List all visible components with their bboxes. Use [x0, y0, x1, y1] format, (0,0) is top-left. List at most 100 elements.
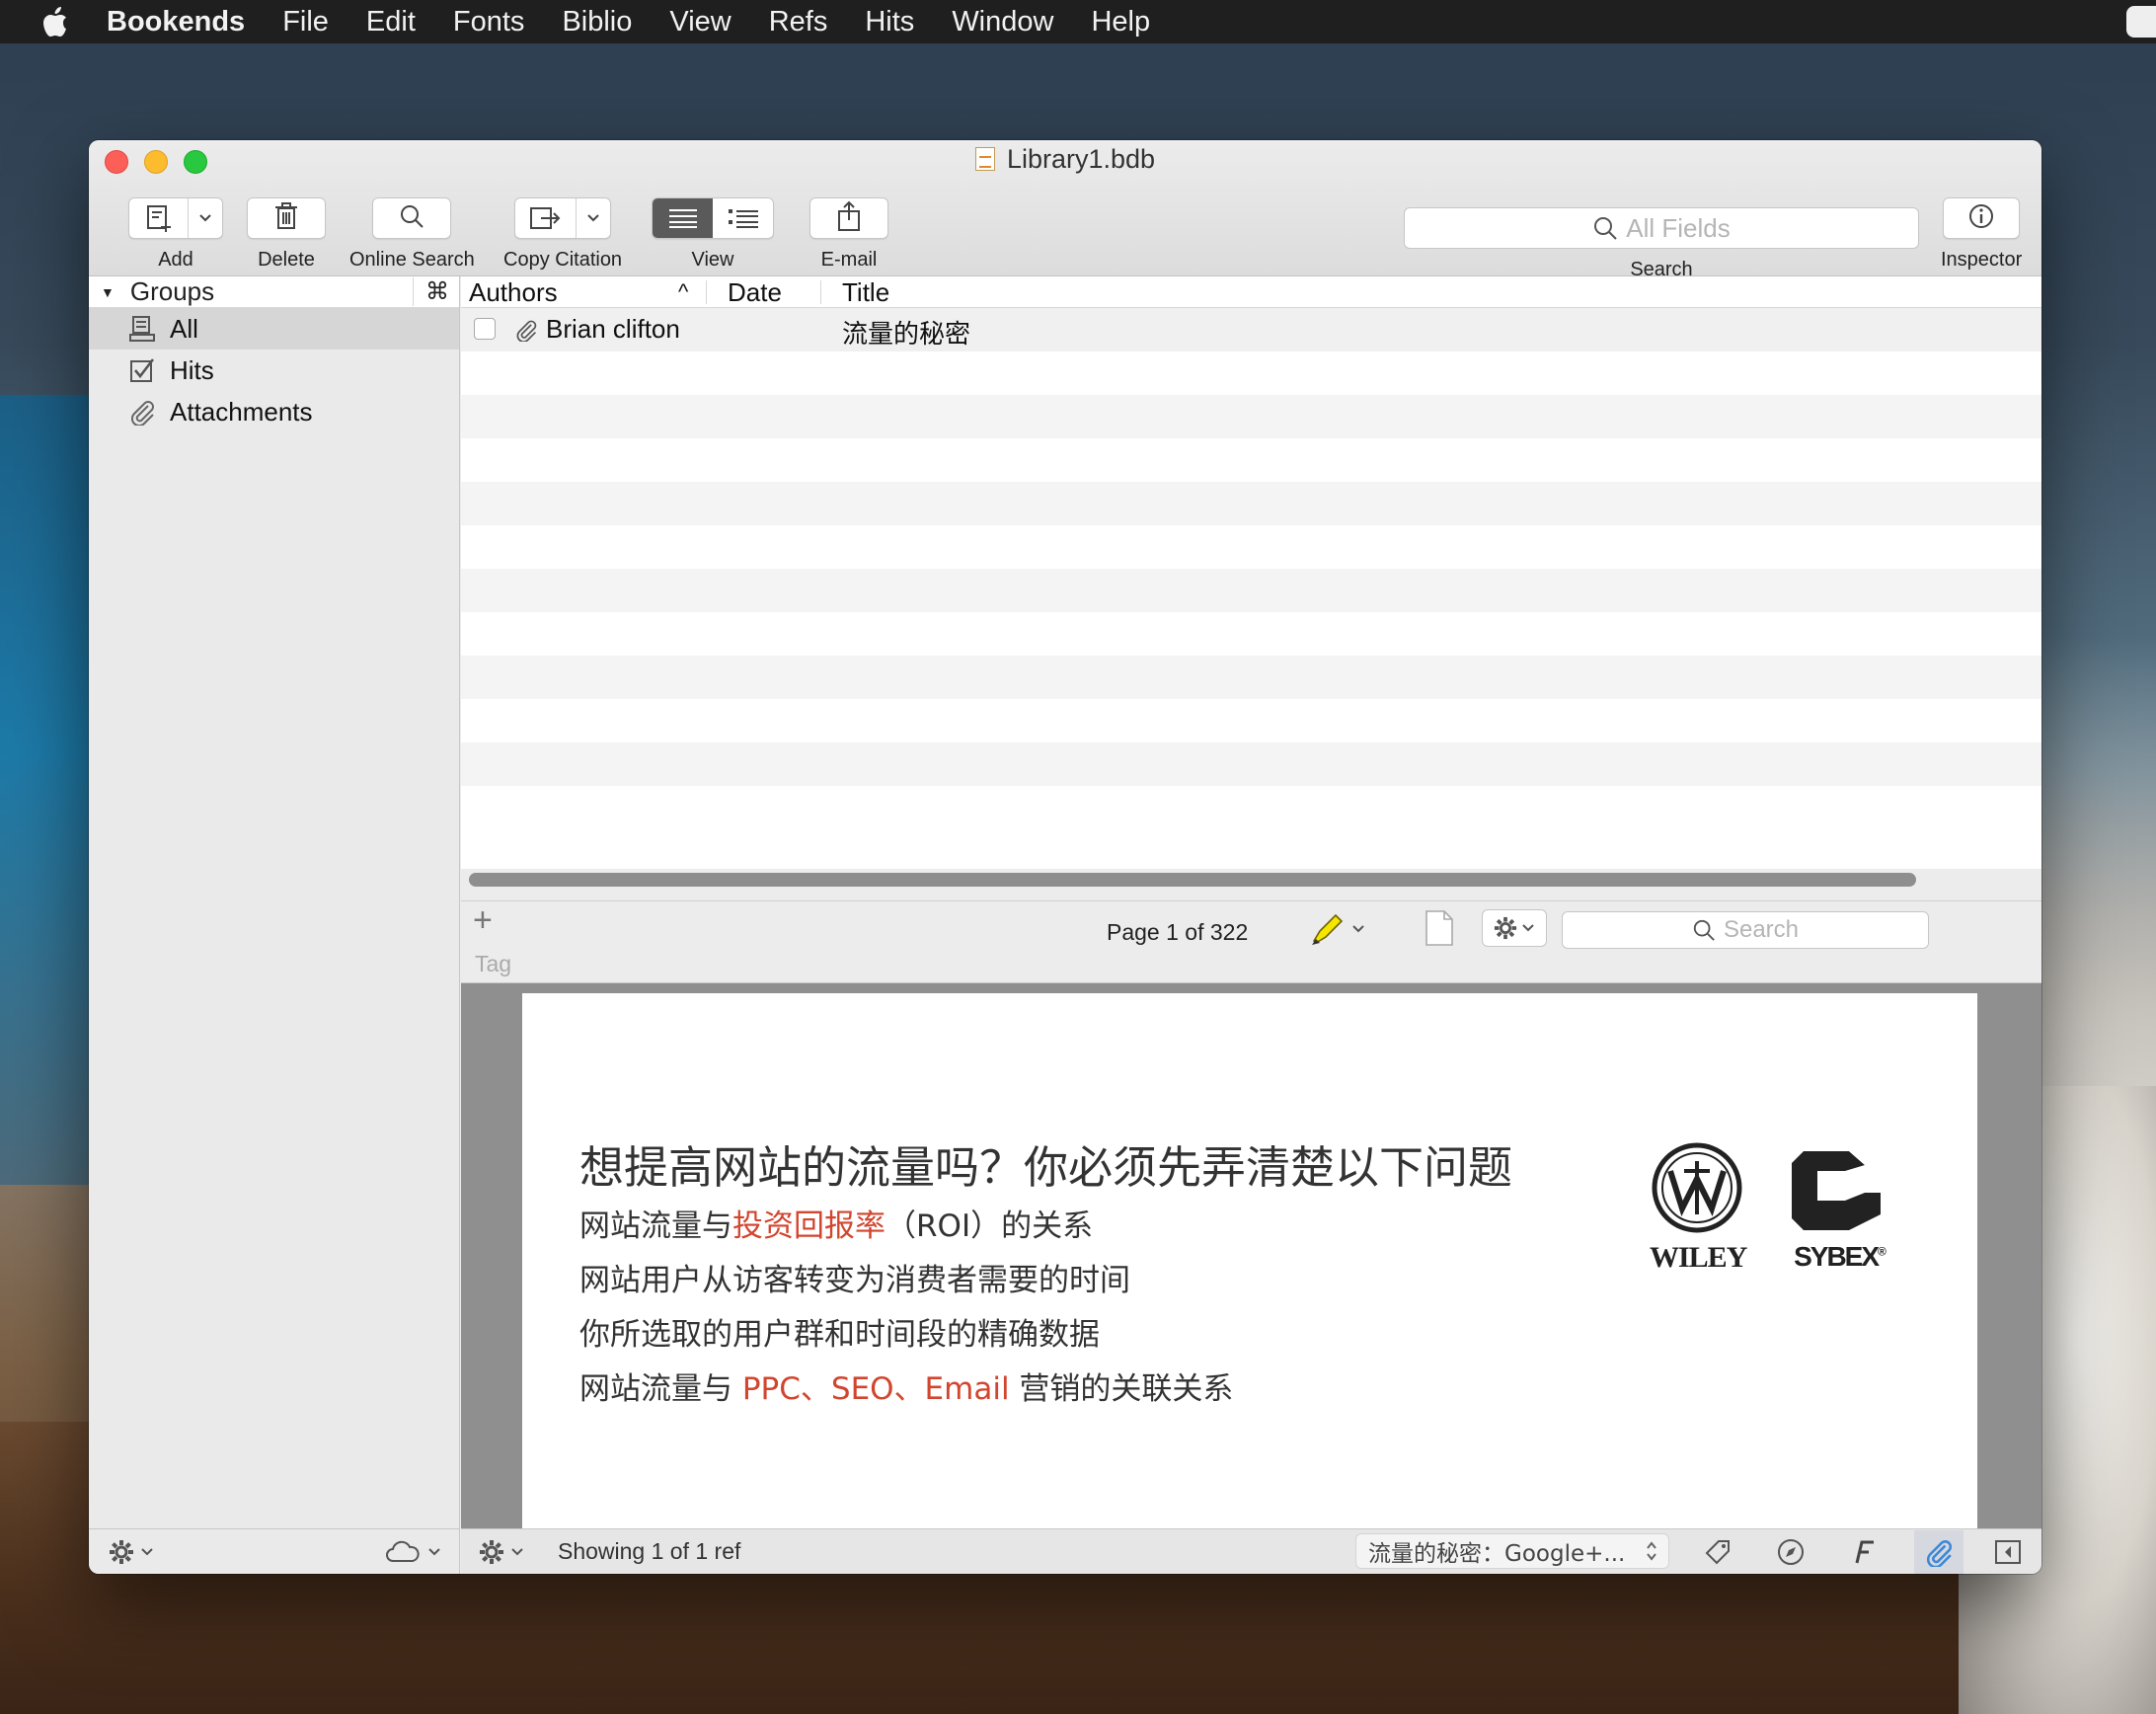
copy-citation-button[interactable]	[514, 197, 612, 239]
inspector-label: Inspector	[1941, 249, 2023, 271]
window-title: Library1.bdb	[89, 144, 2041, 175]
sort-ascending-icon[interactable]: ^	[678, 276, 688, 308]
list-view-icon[interactable]	[653, 198, 713, 238]
paperclip-icon	[514, 318, 538, 347]
sidebar-item-hits[interactable]: Hits	[89, 350, 459, 391]
compass-icon[interactable]	[1774, 1535, 1808, 1569]
view-label: View	[691, 249, 734, 271]
table-row-empty	[461, 438, 2041, 482]
table-row-empty	[461, 395, 2041, 438]
menu-biblio[interactable]: Biblio	[562, 6, 632, 39]
pdf-search-placeholder: Search	[1723, 916, 1800, 943]
table-row-empty	[461, 351, 2041, 395]
note-page-icon[interactable]	[1424, 909, 1455, 952]
menu-app-name[interactable]: Bookends	[107, 6, 245, 39]
table-row-empty	[461, 482, 2041, 525]
menu-window[interactable]: Window	[952, 6, 1053, 39]
highlighter-icon[interactable]	[1308, 909, 1365, 949]
menu-hits[interactable]: Hits	[865, 6, 914, 39]
menu-refs[interactable]: Refs	[769, 6, 828, 39]
pdf-line-2: 网站用户从访客转变为消费者需要的时间	[579, 1263, 1130, 1298]
table-row-empty	[461, 525, 2041, 569]
font-format-icon[interactable]	[1847, 1535, 1881, 1569]
trash-icon	[273, 201, 299, 236]
menu-edit[interactable]: Edit	[366, 6, 416, 39]
up-down-arrows-icon	[1645, 1540, 1658, 1562]
sidebar-item-attachments[interactable]: Attachments	[89, 391, 459, 432]
gear-menu-icon[interactable]	[479, 1539, 524, 1565]
row-checkbox[interactable]	[474, 318, 496, 340]
format-popup-label: 流量的秘密：Google+...	[1368, 1541, 1626, 1567]
pdf-search-input[interactable]: Search	[1562, 911, 1929, 949]
groups-header-label: Groups	[129, 276, 215, 306]
menu-help[interactable]: Help	[1091, 6, 1150, 39]
cell-title: 流量的秘密	[842, 320, 971, 350]
toolbar-delete: Delete	[247, 197, 326, 272]
library-window: Library1.bdb Add Delete Online Search Co…	[89, 140, 2041, 1574]
menu-file[interactable]: File	[282, 6, 329, 39]
toolbar-copy-citation: Copy Citation	[503, 197, 622, 272]
column-header-date[interactable]: Date	[728, 276, 782, 308]
copy-citation-label: Copy Citation	[503, 249, 623, 271]
sybex-mark-icon	[1792, 1151, 1881, 1230]
horizontal-scrollbar[interactable]	[469, 873, 1916, 887]
library-icon	[128, 315, 156, 343]
column-header-authors[interactable]: Authors	[469, 276, 558, 308]
checkbox-icon	[128, 356, 156, 384]
showing-count: Showing 1 of 1 ref	[558, 1538, 741, 1564]
format-popup[interactable]: 流量的秘密：Google+...	[1355, 1533, 1669, 1569]
apple-menu-icon[interactable]	[39, 4, 75, 39]
wiley-seal-icon	[1652, 1142, 1742, 1233]
preview-toolbar: + Tag Page 1 of 322 Search	[461, 900, 2041, 983]
sidebar-item-label: Attachments	[170, 396, 313, 427]
collapse-panel-icon[interactable]	[1991, 1535, 2025, 1569]
chevron-down-icon[interactable]	[189, 213, 222, 223]
gear-menu-icon[interactable]	[109, 1539, 154, 1565]
paperclip-icon	[128, 398, 156, 426]
menu-bar: Bookends File Edit Fonts Biblio View Ref…	[0, 0, 2156, 43]
desktop-wallpaper-left	[0, 395, 99, 1185]
status-menu-icon[interactable]	[2126, 6, 2156, 38]
delete-button[interactable]	[247, 197, 326, 239]
view-segmented-control	[652, 197, 774, 239]
column-header-title[interactable]: Title	[842, 276, 889, 308]
pdf-line-3: 你所选取的用户群和时间段的精确数据	[579, 1317, 1100, 1353]
document-icon	[974, 147, 995, 171]
toolbar-view: View	[652, 197, 774, 272]
groups-sidebar: ▼ Groups ⌘ All Hits Attachments	[89, 276, 460, 1574]
command-icon[interactable]: ⌘	[413, 277, 449, 306]
delete-label: Delete	[258, 249, 315, 271]
add-tag-button[interactable]: +	[473, 901, 493, 940]
wiley-logo: WILEY	[1650, 1141, 1747, 1275]
inspector-button[interactable]	[1943, 197, 2021, 239]
sidebar-item-label: All	[170, 313, 198, 344]
chevron-down-icon[interactable]	[577, 213, 610, 223]
sybex-text: SYBEX®	[1794, 1241, 1886, 1272]
attachment-tab-icon[interactable]	[1914, 1530, 1964, 1574]
tag-icon[interactable]	[1701, 1535, 1734, 1569]
sybex-logo: SYBEX®	[1782, 1141, 1896, 1273]
gear-menu-icon[interactable]	[1482, 909, 1547, 947]
menu-view[interactable]: View	[669, 6, 731, 39]
search-placeholder: All Fields	[1626, 212, 1731, 243]
online-search-label: Online Search	[349, 249, 475, 271]
sidebar-item-label: Hits	[170, 354, 214, 385]
add-button[interactable]	[128, 197, 223, 239]
search-input[interactable]: All Fields	[1404, 207, 1919, 249]
magnifier-icon	[1592, 215, 1618, 241]
groups-header[interactable]: ▼ Groups ⌘	[89, 276, 459, 308]
table-row-empty	[461, 656, 2041, 699]
disclosure-triangle-icon[interactable]: ▼	[101, 284, 115, 300]
title-bar: Library1.bdb Add Delete Online Search Co…	[89, 140, 2041, 280]
cloud-icon[interactable]	[384, 1539, 441, 1565]
detail-view-icon[interactable]	[713, 198, 773, 238]
email-button[interactable]	[809, 197, 888, 239]
sidebar-item-all[interactable]: All	[89, 308, 459, 350]
references-table: Authors ^ Date Title Brian clifton 流量的秘密	[461, 276, 2041, 887]
toolbar-email: E-mail	[809, 197, 888, 272]
online-search-button[interactable]	[372, 197, 452, 239]
table-header: Authors ^ Date Title	[461, 276, 2041, 308]
menu-fonts[interactable]: Fonts	[453, 6, 525, 39]
pdf-viewer[interactable]: 想提高网站的流量吗？你必须先弄清楚以下问题 网站流量与投资回报率（ROI）的关系…	[461, 983, 2041, 1528]
table-row[interactable]: Brian clifton 流量的秘密	[461, 308, 2041, 351]
